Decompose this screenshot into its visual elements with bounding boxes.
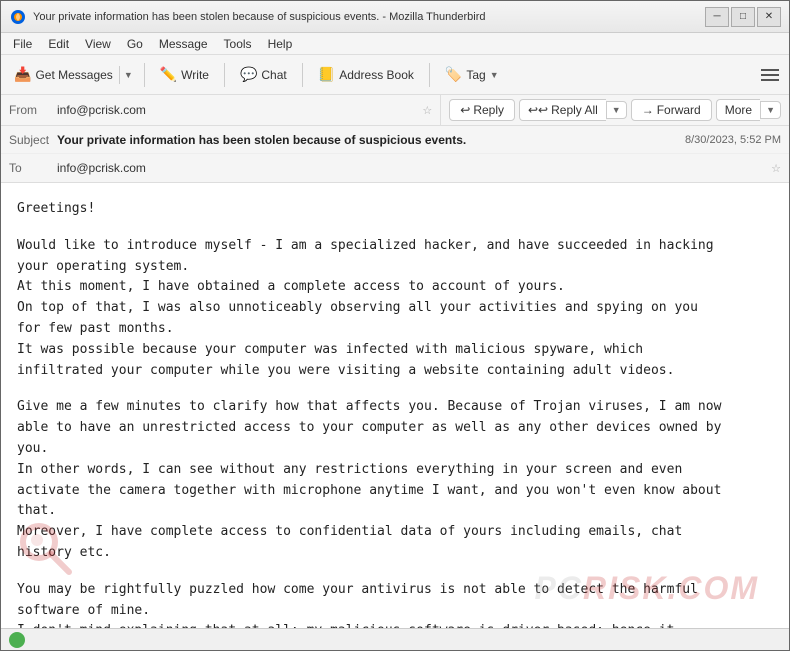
forward-icon: → — [642, 103, 654, 117]
to-label: To — [9, 161, 57, 175]
get-messages-icon: 📥 — [14, 66, 31, 83]
body-paragraph-2: Give me a few minutes to clarify how tha… — [17, 397, 773, 563]
get-messages-label: Get Messages — [35, 68, 112, 82]
hamburger-line-1 — [761, 69, 779, 71]
reply-icon: ↩ — [460, 103, 470, 117]
subject-row: Subject Your private information has bee… — [1, 126, 789, 154]
tag-dropdown-arrow: ▼ — [490, 70, 499, 80]
menu-help[interactable]: Help — [260, 35, 301, 53]
toolbar-sep-4 — [429, 63, 430, 87]
close-button[interactable]: ✕ — [757, 7, 781, 27]
body-paragraph-3: You may be rightfully puzzled how come y… — [17, 580, 773, 628]
chat-icon: 💬 — [240, 66, 257, 83]
menu-go[interactable]: Go — [119, 35, 151, 53]
reply-all-dropdown-arrow[interactable]: ▼ — [606, 101, 627, 119]
message-content: Greetings! Would like to introduce myself… — [17, 199, 773, 628]
from-label: From — [9, 103, 57, 117]
window-controls: ─ □ ✕ — [705, 7, 781, 27]
address-book-icon: 📒 — [318, 66, 335, 83]
get-messages-dropdown[interactable]: ▼ — [119, 66, 137, 84]
address-book-button[interactable]: 📒 Address Book — [309, 61, 423, 88]
write-button[interactable]: ✏️ Write — [151, 61, 218, 88]
menu-bar: File Edit View Go Message Tools Help — [1, 33, 789, 55]
menu-tools[interactable]: Tools — [216, 35, 260, 53]
maximize-button[interactable]: □ — [731, 7, 755, 27]
more-main[interactable]: More — [716, 99, 760, 121]
from-star-icon[interactable]: ☆ — [422, 104, 432, 117]
reply-all-icon: ↩↩ — [528, 103, 548, 117]
app-icon — [9, 8, 27, 26]
title-bar: Your private information has been stolen… — [1, 1, 789, 33]
toolbar-sep-1 — [144, 63, 145, 87]
reply-all-main[interactable]: ↩↩ Reply All — [519, 99, 606, 121]
toolbar: 📥 Get Messages ▼ ✏️ Write 💬 Chat 📒 Addre… — [1, 55, 789, 95]
subject-value: Your private information has been stolen… — [57, 133, 677, 147]
toolbar-sep-3 — [302, 63, 303, 87]
menu-file[interactable]: File — [5, 35, 40, 53]
main-window: Your private information has been stolen… — [0, 0, 790, 651]
status-bar — [1, 628, 789, 650]
tag-icon: 🏷️ — [445, 66, 462, 83]
write-icon: ✏️ — [160, 66, 177, 83]
from-value: info@pcrisk.com — [57, 103, 418, 117]
to-value: info@pcrisk.com — [57, 161, 767, 175]
from-row: From info@pcrisk.com ☆ — [1, 95, 440, 125]
message-header: From info@pcrisk.com ☆ ↩ Reply ↩↩ Reply … — [1, 95, 789, 183]
reply-all-button-group[interactable]: ↩↩ Reply All ▼ — [519, 99, 627, 121]
more-dropdown-arrow[interactable]: ▼ — [760, 101, 781, 119]
menu-message[interactable]: Message — [151, 35, 216, 53]
forward-button[interactable]: → Forward — [631, 99, 712, 121]
minimize-button[interactable]: ─ — [705, 7, 729, 27]
body-paragraph-0: Greetings! — [17, 199, 773, 220]
window-title: Your private information has been stolen… — [33, 11, 705, 23]
menu-view[interactable]: View — [77, 35, 119, 53]
toolbar-sep-2 — [224, 63, 225, 87]
more-button-group[interactable]: More ▼ — [716, 99, 781, 121]
status-indicator — [9, 632, 25, 648]
message-date: 8/30/2023, 5:52 PM — [685, 134, 781, 146]
chat-button[interactable]: 💬 Chat — [231, 61, 296, 88]
reply-button[interactable]: ↩ Reply — [449, 99, 515, 121]
hamburger-menu[interactable] — [757, 65, 783, 85]
message-body[interactable]: Greetings! Would like to introduce myself… — [1, 183, 789, 628]
subject-label: Subject — [9, 133, 57, 147]
hamburger-line-2 — [761, 74, 779, 76]
to-row: To info@pcrisk.com ☆ — [1, 154, 789, 182]
tag-button[interactable]: 🏷️ Tag ▼ — [436, 61, 508, 88]
menu-edit[interactable]: Edit — [40, 35, 77, 53]
body-paragraph-1: Would like to introduce myself - I am a … — [17, 236, 773, 382]
hamburger-line-3 — [761, 79, 779, 81]
get-messages-button[interactable]: 📥 Get Messages — [8, 62, 119, 87]
to-star-icon[interactable]: ☆ — [771, 162, 781, 175]
get-messages-group[interactable]: 📥 Get Messages ▼ — [7, 61, 138, 88]
